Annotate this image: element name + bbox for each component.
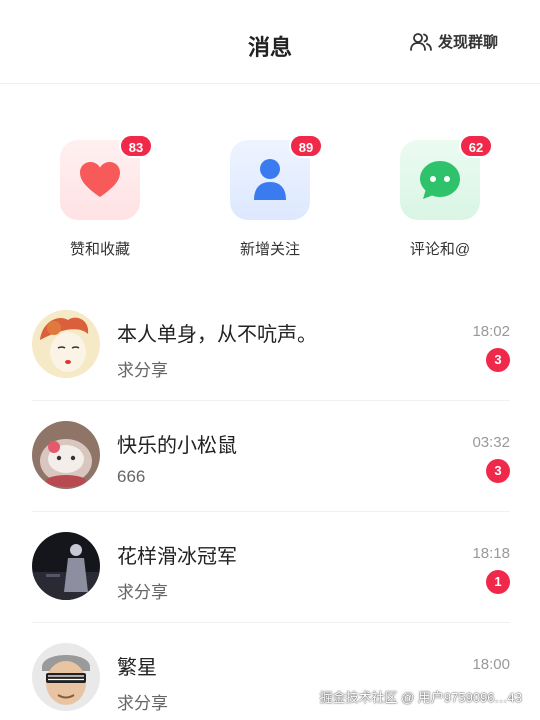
likes-badge: 83: [119, 134, 153, 158]
discover-groups-label: 发现群聊: [437, 34, 498, 51]
follows-tile[interactable]: 89: [230, 134, 323, 220]
comments-label: 评论和@: [409, 241, 471, 258]
conversation-time: 18:02: [472, 323, 510, 340]
quick-action-comments[interactable]: 62 评论和@: [390, 134, 493, 259]
users-icon: [410, 32, 432, 51]
unread-badge: 3: [486, 459, 510, 483]
conversation-row[interactable]: 花样滑冰冠军 求分享 18:18 1: [32, 512, 510, 623]
conversation-time: 18:00: [472, 656, 510, 673]
avatar: [32, 421, 100, 489]
discover-groups-button[interactable]: 发现群聊: [410, 31, 498, 52]
follows-label: 新增关注: [239, 241, 300, 258]
quick-action-follows[interactable]: 89 新增关注: [220, 134, 323, 259]
likes-label: 赞和收藏: [69, 241, 130, 258]
header: 消息 发现群聊: [0, 0, 540, 84]
conversation-time: 18:18: [472, 545, 510, 562]
heart-icon: [80, 162, 120, 197]
unread-badge: 3: [486, 348, 510, 372]
avatar: [32, 310, 100, 378]
likes-tile[interactable]: 83: [60, 134, 153, 220]
conversation-name: 快乐的小松鼠: [117, 435, 237, 457]
quick-action-likes[interactable]: 83 赞和收藏: [50, 134, 153, 259]
conversation-preview: 求分享: [117, 583, 168, 602]
conversation-preview: 求分享: [117, 694, 168, 713]
conversation-preview: 666: [117, 467, 146, 486]
comments-badge: 62: [459, 134, 493, 158]
conversation-name: 花样滑冰冠军: [117, 546, 237, 568]
conversation-name: 繁星: [117, 657, 157, 679]
avatar: [32, 532, 100, 600]
follows-badge: 89: [289, 134, 323, 158]
chat-bubble-icon: [420, 161, 460, 199]
conversation-row[interactable]: 本人单身，从不吭声。 求分享 18:02 3: [32, 290, 510, 401]
avatar: [32, 643, 100, 711]
watermark: 掘金技术社区 @ 用户9759096…43: [319, 690, 523, 705]
user-icon: [254, 159, 286, 200]
conversation-row[interactable]: 快乐的小松鼠 666 03:32 3: [32, 401, 510, 512]
conversation-time: 03:32: [472, 434, 510, 451]
comments-tile[interactable]: 62: [400, 134, 493, 220]
conversation-name: 本人单身，从不吭声。: [117, 324, 317, 346]
conversation-preview: 求分享: [117, 361, 168, 380]
conversation-list: 本人单身，从不吭声。 求分享 18:02 3 快乐的小松鼠 666 03:32 …: [32, 290, 510, 720]
unread-badge: 1: [486, 570, 510, 594]
